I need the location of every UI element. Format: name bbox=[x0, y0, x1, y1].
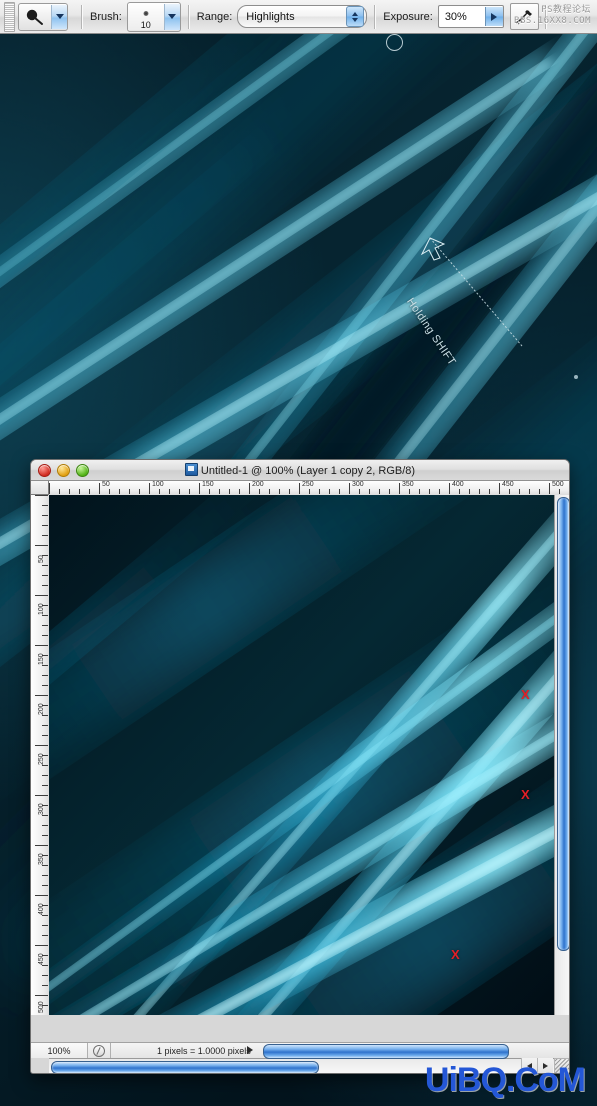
proxy-preview-glyph bbox=[93, 1045, 105, 1057]
ruler-v-tick-50: 50 bbox=[38, 555, 45, 563]
brush-chevron-down-icon[interactable] bbox=[164, 4, 180, 30]
ruler-h-tick-200: 200 bbox=[252, 481, 264, 488]
photoshop-screen: Holding SHIFT Brush: 10 bbox=[0, 0, 597, 1106]
ruler-h-tick-150: 150 bbox=[202, 481, 214, 488]
brush-circle-cursor bbox=[386, 34, 403, 51]
chevron-down-glyph bbox=[168, 14, 176, 19]
photoshop-document-icon bbox=[185, 463, 198, 476]
status-mini-scrollbar[interactable] bbox=[263, 1044, 509, 1059]
ruler-origin-box[interactable] bbox=[31, 481, 49, 495]
ruler-h-tick-50: 50 bbox=[102, 481, 110, 488]
ruler-h-tick-250: 250 bbox=[302, 481, 314, 488]
ruler-h-tick-300: 300 bbox=[352, 481, 364, 488]
watermark-top-line1: PS教程论坛 bbox=[514, 5, 591, 16]
exposure-label: Exposure: bbox=[383, 11, 433, 23]
ruler-v-tick-350: 350 bbox=[38, 853, 45, 865]
ruler-h-tick-400: 400 bbox=[452, 481, 464, 488]
document-status-bar: 100% 1 pixels = 1.0000 pixels bbox=[31, 1042, 569, 1058]
brush-picker[interactable]: 10 bbox=[127, 2, 181, 32]
toolbar-grip-handle[interactable] bbox=[4, 2, 15, 32]
toolbar-separator-3 bbox=[374, 5, 376, 29]
exposure-input[interactable]: 30% bbox=[438, 5, 504, 28]
ruler-v-tick-100: 100 bbox=[38, 603, 45, 615]
document-canvas[interactable]: X X X X bbox=[49, 495, 556, 1015]
range-label: Range: bbox=[197, 11, 232, 23]
vertical-scrollbar[interactable] bbox=[554, 495, 569, 1015]
brush-tip-icon bbox=[143, 11, 148, 16]
anchor-point-dot bbox=[574, 375, 578, 379]
canvas-mark-x-1: X bbox=[521, 688, 530, 701]
vertical-ruler[interactable]: 50 100 150 200 250 300 350 400 450 500 bbox=[31, 495, 50, 1015]
document-window[interactable]: Untitled-1 @ 100% (Layer 1 copy 2, RGB/8… bbox=[30, 459, 570, 1074]
ruler-v-tick-150: 150 bbox=[38, 653, 45, 665]
document-title: Untitled-1 @ 100% (Layer 1 copy 2, RGB/8… bbox=[31, 463, 569, 477]
watermark-top-line2: BBS.16XX8.COM bbox=[514, 16, 591, 27]
canvas-mark-x-2: X bbox=[521, 788, 530, 801]
watermark-bottom: UiBQ.CoM bbox=[425, 1061, 585, 1100]
triangle-down-glyph bbox=[352, 18, 358, 22]
canvas-mark-x-3: X bbox=[451, 948, 460, 961]
zoom-level-field[interactable]: 100% bbox=[31, 1043, 88, 1058]
vertical-scrollbar-thumb[interactable] bbox=[557, 497, 570, 951]
ruler-v-tick-250: 250 bbox=[38, 753, 45, 765]
ruler-v-tick-400: 400 bbox=[38, 903, 45, 915]
watermark-top: PS教程论坛 BBS.16XX8.COM bbox=[514, 5, 591, 27]
brush-preview[interactable]: 10 bbox=[128, 4, 164, 30]
triangle-right-glyph bbox=[491, 13, 497, 21]
options-bar: Brush: 10 Range: Highlights Exposure: 30… bbox=[0, 0, 597, 34]
chevron-down-glyph bbox=[56, 14, 64, 19]
brush-size-value: 10 bbox=[128, 20, 164, 30]
document-title-text: Untitled-1 @ 100% (Layer 1 copy 2, RGB/8… bbox=[201, 465, 415, 477]
canvas-artwork bbox=[49, 495, 556, 1015]
exposure-triangle-right-icon[interactable] bbox=[485, 7, 503, 26]
horizontal-scrollbar-thumb[interactable] bbox=[51, 1061, 319, 1074]
status-info-text: 1 pixels = 1.0000 pixels bbox=[111, 1046, 251, 1056]
horizontal-ruler[interactable]: 50 100 150 200 250 300 350 400 450 500 bbox=[49, 481, 570, 496]
ruler-h-tick-350: 350 bbox=[402, 481, 414, 488]
tool-preset-picker[interactable] bbox=[18, 3, 68, 31]
tool-preset-chevron-down-icon[interactable] bbox=[51, 5, 67, 29]
ruler-h-tick-450: 450 bbox=[502, 481, 514, 488]
ruler-v-tick-450: 450 bbox=[38, 953, 45, 965]
ruler-v-tick-200: 200 bbox=[38, 703, 45, 715]
proxy-preview-icon[interactable] bbox=[88, 1043, 111, 1058]
ruler-h-tick-500: 500 bbox=[552, 481, 564, 488]
up-down-stepper-icon[interactable] bbox=[346, 6, 364, 27]
range-selected-value: Highlights bbox=[246, 11, 294, 23]
dodge-tool-icon[interactable] bbox=[19, 5, 51, 29]
document-titlebar[interactable]: Untitled-1 @ 100% (Layer 1 copy 2, RGB/8… bbox=[31, 460, 569, 481]
status-triangle-right-icon[interactable] bbox=[247, 1046, 253, 1054]
brush-label: Brush: bbox=[90, 11, 122, 23]
ruler-v-tick-300: 300 bbox=[38, 803, 45, 815]
range-select[interactable]: Highlights bbox=[237, 5, 367, 28]
triangle-up-glyph bbox=[352, 12, 358, 16]
ruler-h-tick-100: 100 bbox=[152, 481, 164, 488]
exposure-value: 30% bbox=[439, 11, 485, 23]
ruler-v-tick-500: 500 bbox=[38, 1001, 45, 1013]
dodge-tool-glyph bbox=[24, 8, 46, 26]
toolbar-separator-2 bbox=[188, 5, 190, 29]
toolbar-separator-1 bbox=[81, 5, 83, 29]
